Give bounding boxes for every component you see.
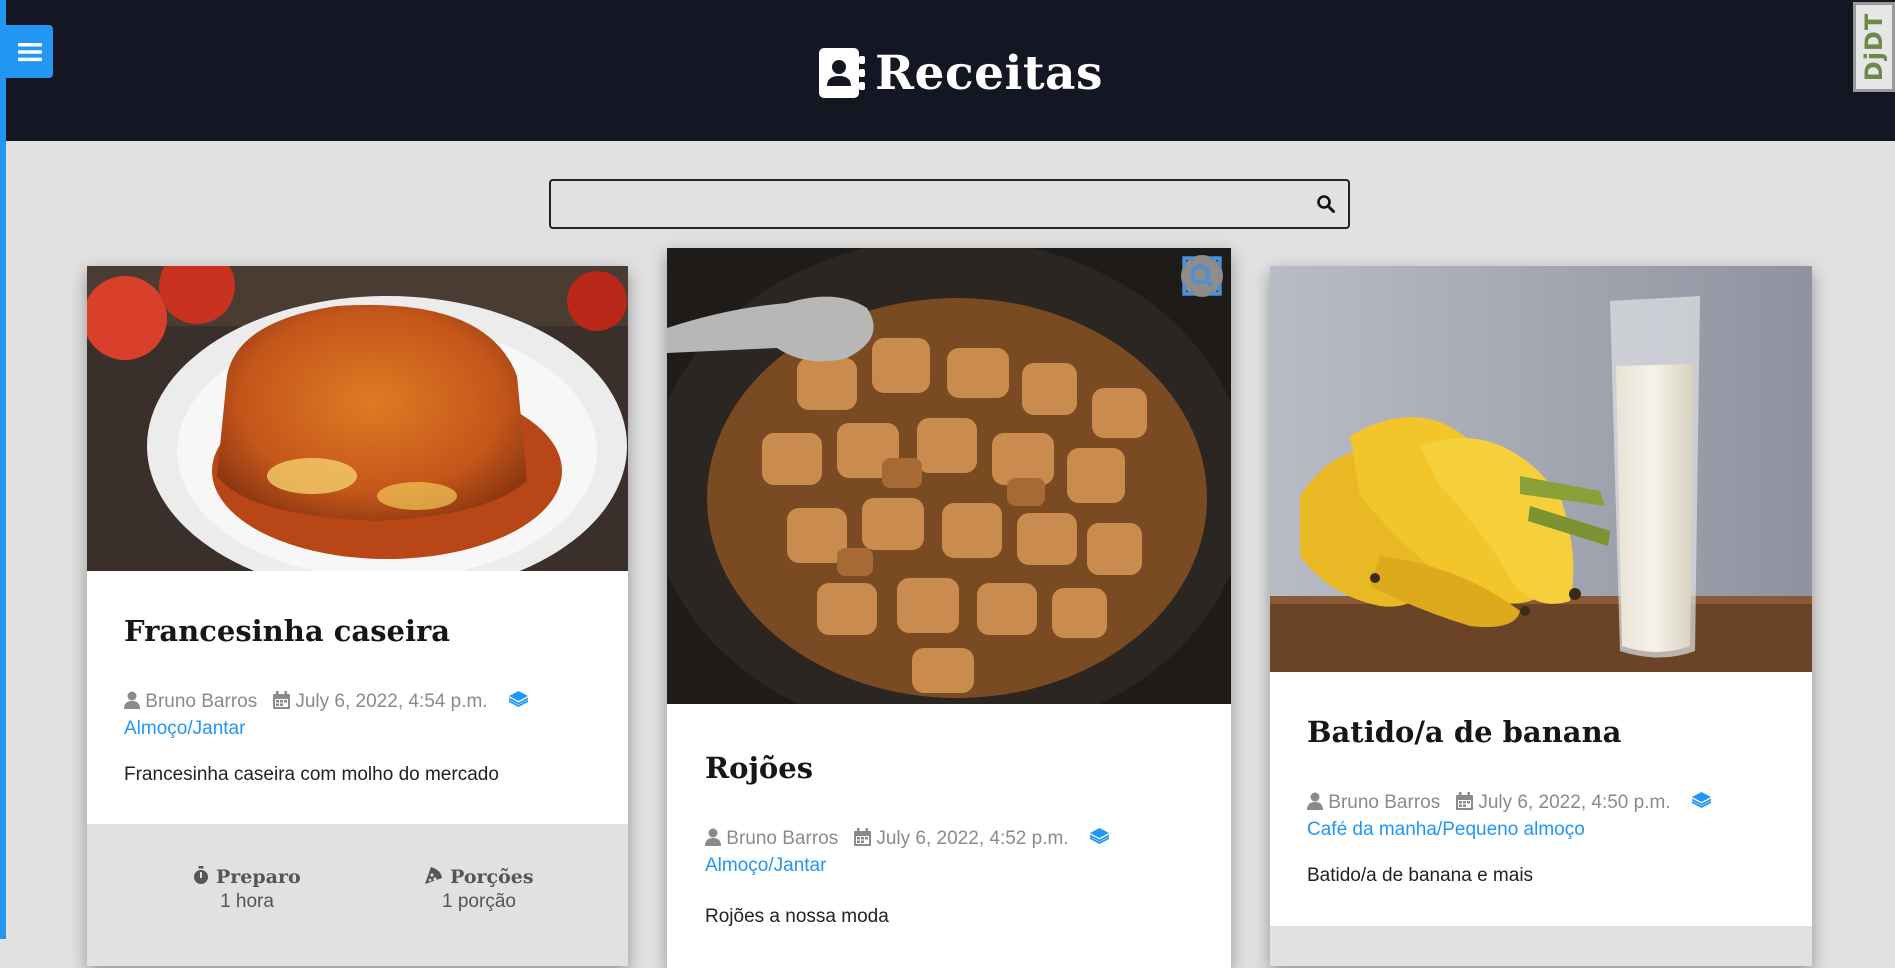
recipe-category-link[interactable]: Café da manha/Pequeno almoço xyxy=(1307,819,1585,840)
recipe-image[interactable] xyxy=(1270,266,1812,672)
recipe-card-footer xyxy=(1270,926,1812,966)
prep-label: Preparo xyxy=(215,866,301,888)
layers-icon xyxy=(1691,792,1711,817)
bars-icon xyxy=(17,42,42,61)
calendar-icon xyxy=(1456,792,1474,817)
debug-toolbar-label: DjDT xyxy=(1860,12,1889,82)
recipe-image[interactable] xyxy=(667,248,1231,704)
recipe-date: July 6, 2022, 4:52 p.m. xyxy=(876,828,1069,849)
zoom-button[interactable] xyxy=(1181,255,1223,297)
recipe-title[interactable]: Francesinha caseira xyxy=(124,614,450,648)
servings-stat: Porções 1 porção xyxy=(399,866,559,913)
calendar-icon xyxy=(854,828,872,853)
servings-label: Porções xyxy=(450,866,534,888)
recipe-description: Francesinha caseira com molho do mercado xyxy=(124,764,499,785)
recipe-meta: Bruno Barros July 6, 2022, 4:52 p.m. Alm… xyxy=(705,826,1205,878)
search-icon[interactable] xyxy=(1316,194,1336,214)
recipe-image[interactable] xyxy=(87,266,628,571)
user-icon xyxy=(705,828,721,853)
francesinha-photo xyxy=(87,266,628,571)
recipe-card-footer: Preparo 1 hora Porções 1 porção xyxy=(87,824,628,966)
recipe-category-link[interactable]: Almoço/Jantar xyxy=(705,855,826,876)
recipe-card[interactable]: Rojões Bruno Barros July 6, 2022, 4:52 p… xyxy=(667,248,1231,968)
recipe-description: Batido/a de banana e mais xyxy=(1307,865,1534,886)
layers-icon xyxy=(508,691,528,716)
recipe-category-link[interactable]: Almoço/Jantar xyxy=(124,718,245,739)
brand-logo[interactable]: Receitas xyxy=(819,43,1103,103)
search-input[interactable] xyxy=(561,187,1305,223)
recipe-date: July 6, 2022, 4:50 p.m. xyxy=(1478,792,1671,813)
recipe-card[interactable]: Francesinha caseira Bruno Barros July 6,… xyxy=(87,266,628,966)
debug-toolbar-handle[interactable]: DjDT xyxy=(1853,2,1895,92)
banana-shake-photo xyxy=(1270,266,1812,672)
recipe-title[interactable]: Batido/a de banana xyxy=(1307,715,1621,749)
menu-button[interactable] xyxy=(6,25,53,78)
user-icon xyxy=(1307,792,1323,817)
layers-icon xyxy=(1089,828,1109,853)
address-book-icon xyxy=(819,48,865,98)
user-icon xyxy=(124,691,140,716)
page-title: Receitas xyxy=(875,45,1103,101)
prep-time-stat: Preparo 1 hora xyxy=(167,866,327,913)
recipe-description: Rojões a nossa moda xyxy=(705,906,889,927)
recipe-title[interactable]: Rojões xyxy=(705,751,813,785)
zoom-scan-icon xyxy=(1182,256,1222,296)
recipe-author: Bruno Barros xyxy=(1328,792,1441,813)
rojoes-photo xyxy=(667,248,1231,704)
calendar-icon xyxy=(273,691,291,716)
search-bar xyxy=(549,179,1350,229)
recipe-meta: Bruno Barros July 6, 2022, 4:50 p.m. Caf… xyxy=(1307,790,1787,842)
pizza-slice-icon xyxy=(424,866,450,888)
recipe-card[interactable]: Batido/a de banana Bruno Barros July 6, … xyxy=(1270,266,1812,966)
recipe-date: July 6, 2022, 4:54 p.m. xyxy=(295,691,488,712)
recipe-author: Bruno Barros xyxy=(145,691,258,712)
recipe-meta: Bruno Barros July 6, 2022, 4:54 p.m. Alm… xyxy=(124,689,594,741)
servings-value: 1 porção xyxy=(442,891,516,912)
stopwatch-icon xyxy=(193,866,216,888)
recipe-author: Bruno Barros xyxy=(726,828,839,849)
prep-value: 1 hora xyxy=(220,891,274,912)
